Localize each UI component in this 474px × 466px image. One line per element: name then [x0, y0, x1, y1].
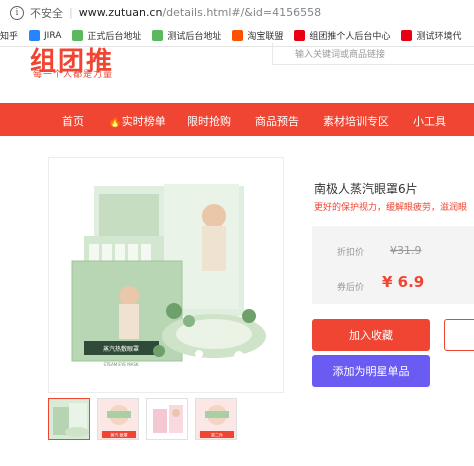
product-image: 蒸汽热敷眼罩 STEAM EYE MASK: [71, 184, 266, 367]
info-icon[interactable]: i: [10, 5, 24, 20]
thumbnail-4-tag: 第二件: [211, 432, 223, 438]
coupon-price: ¥ 6.9: [382, 273, 425, 291]
bookmark-label: 组团推个人后台中心: [309, 32, 391, 42]
price-box: 折扣价 ¥31.9 券后价 ¥ 6.9: [312, 226, 474, 304]
bookmark-item[interactable]: JIRA: [29, 30, 61, 41]
bookmark-item[interactable]: 知乎: [0, 29, 18, 42]
bookmark-label: JIRA: [44, 30, 62, 41]
nav-tools[interactable]: 小工具: [413, 113, 446, 129]
bookmark-item[interactable]: 测试后台地址: [152, 29, 221, 42]
divider: |: [69, 6, 73, 19]
thumbnail-2-tag: 蒸汽 眼罩: [110, 432, 127, 438]
bookmark-item[interactable]: 淘宝联盟: [232, 29, 283, 42]
thumbnail-4-image: 第二件: [196, 399, 236, 439]
main-nav: 首页 🔥实时榜单 限时抢购 商品预告 素材培训专区 小工具: [0, 103, 474, 136]
search-input[interactable]: 输入关键词或商品链接: [272, 43, 474, 65]
nav-home[interactable]: 首页: [62, 113, 84, 129]
product-subtitle: 更好的保护视力，缓解眼疲劳，滋润眼: [314, 203, 468, 213]
site-slogan: 每一个人都是力量: [33, 70, 114, 80]
original-price-label: 折扣价: [337, 248, 365, 258]
nav-flash-sale[interactable]: 限时抢购: [187, 113, 231, 129]
bookmark-icon: [294, 30, 306, 41]
nav-training[interactable]: 素材培训专区: [323, 113, 389, 129]
bookmark-label: 淘宝联盟: [247, 32, 284, 42]
bookmark-icon: [152, 30, 164, 41]
thumbnail-strip: 蒸汽 眼罩 第二件: [48, 398, 237, 440]
url-path[interactable]: /details.html#/&id=4156558: [162, 6, 321, 19]
thumbnail-1-image: [49, 399, 89, 439]
add-star-product-button[interactable]: 添加为明星单品: [312, 355, 430, 387]
bookmark-icon: [232, 30, 244, 41]
product-image-card: 蒸汽热敷眼罩 STEAM EYE MASK: [48, 157, 284, 393]
thumbnail-4[interactable]: 第二件: [195, 398, 237, 440]
bookmark-icon: [401, 30, 413, 41]
thumbnail-2[interactable]: 蒸汽 眼罩: [97, 398, 139, 440]
nav-preview[interactable]: 商品预告: [255, 113, 299, 129]
site-header: 组团推 每一个人都是力量 输入关键词或商品链接: [0, 43, 474, 103]
address-bar[interactable]: i 不安全 | www.zutuan.cn /details.html#/&id…: [0, 0, 474, 25]
bookmark-label: 测试后台地址: [167, 32, 222, 42]
add-favorite-button[interactable]: 加入收藏: [312, 319, 430, 351]
product-title: 南极人蒸汽眼罩6片: [314, 182, 418, 196]
bookmark-item[interactable]: 测试环境代: [401, 29, 461, 42]
security-label: 不安全: [30, 6, 63, 20]
nav-realtime-ranking[interactable]: 🔥实时榜单: [108, 113, 166, 129]
thumbnail-3-image: [147, 399, 187, 439]
package-label: 蒸汽热敷眼罩: [103, 345, 139, 353]
package-sublabel: STEAM EYE MASK: [103, 362, 138, 367]
bookmark-icon: [29, 30, 41, 41]
thumbnail-3[interactable]: [146, 398, 188, 440]
thumbnail-2-image: 蒸汽 眼罩: [98, 399, 138, 439]
side-action-button[interactable]: [444, 319, 474, 351]
bookmark-label: 测试环境代: [416, 32, 462, 42]
bookmark-icon: [72, 30, 84, 41]
bookmark-label: 知乎: [0, 32, 19, 42]
coupon-price-label: 券后价: [337, 283, 365, 293]
bookmark-item[interactable]: 组团推个人后台中心: [294, 29, 390, 42]
thumbnail-1[interactable]: [48, 398, 90, 440]
url-host[interactable]: www.zutuan.cn: [79, 6, 163, 19]
original-price: ¥31.9: [390, 244, 422, 257]
